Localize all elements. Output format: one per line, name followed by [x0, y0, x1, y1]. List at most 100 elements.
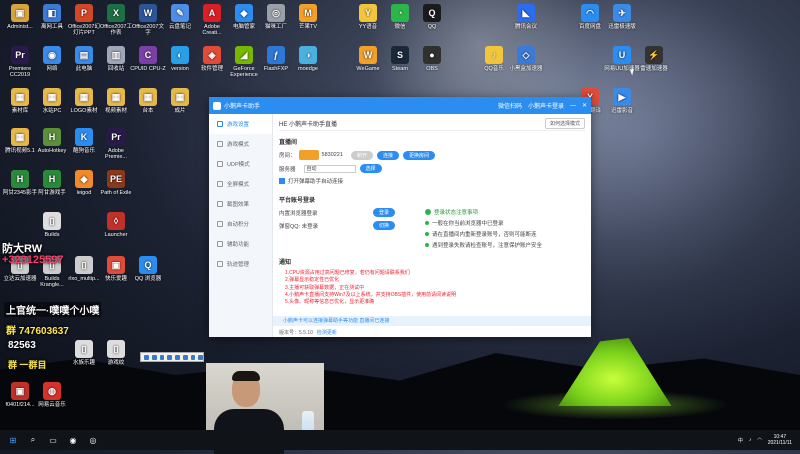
desktop-icon[interactable]: ♪ QQ音乐 — [476, 46, 512, 72]
desktop-icon[interactable]: H 阿甘游戏手 — [34, 170, 70, 196]
desktop-icon[interactable]: ▦ 台本 — [130, 88, 166, 114]
change-room-button[interactable]: 更换房间 — [402, 150, 435, 160]
desktop-icon[interactable]: ◈ 软件管理 — [194, 46, 230, 72]
desktop-icon[interactable]: P Office2007幻灯片PPT — [66, 4, 102, 37]
desktop-icon[interactable]: U 网易UU加速器 — [604, 46, 640, 72]
taskbar-app-icon[interactable]: ◉ — [66, 433, 80, 447]
desktop-app-icon: ◆ — [235, 4, 253, 22]
desktop-icon-label: WeGame — [356, 66, 380, 72]
desktop-icon[interactable]: M 芒果TV — [290, 4, 326, 30]
desktop-icon[interactable]: PE Path of Exile — [98, 170, 134, 196]
desktop-icon[interactable]: ▯ 游戏纹 — [98, 340, 134, 366]
desktop-icon[interactable]: ▦ 视频素材 — [98, 88, 134, 114]
taskbar-app-icon[interactable]: ◎ — [86, 433, 100, 447]
desktop-icon[interactable]: ◣ 腾讯会议 — [508, 4, 544, 30]
desktop-icon[interactable]: W WeGame — [350, 46, 386, 72]
desktop-icon[interactable]: ◆ 电脑管家 — [226, 4, 262, 30]
desktop-icon[interactable]: W Office2007文字 — [130, 4, 166, 37]
network-icon — [217, 161, 223, 167]
desktop-icon[interactable]: ◉ 网络 — [34, 46, 70, 72]
desktop-icon[interactable]: ▶ 迅雷影音 — [604, 88, 640, 114]
clock[interactable]: 10:47 2021/11/11 — [768, 434, 792, 446]
browser-login-button[interactable]: 登录 — [373, 208, 396, 217]
qq-switch-button[interactable]: 切换 — [373, 221, 396, 230]
desktop-icon[interactable]: ◑ moedge — [290, 46, 326, 72]
desktop-icon[interactable]: ▤ 此电脑 — [66, 46, 102, 72]
desktop-icon[interactable]: ● OBS — [414, 46, 450, 72]
desktop-icon[interactable]: ◠ 百度网盘 — [572, 4, 608, 30]
desktop-icon[interactable]: ✎ 云盘笔记 — [162, 4, 198, 30]
server-choose-button[interactable]: 选择 — [359, 164, 382, 173]
desktop-app-icon: ▦ — [171, 88, 189, 106]
desktop-icon[interactable]: ▥ 回收站 — [98, 46, 134, 72]
sidebar-item[interactable]: 全屏模式 — [209, 174, 272, 194]
desktop-icon[interactable]: ◐ version — [162, 46, 198, 72]
check-update-link[interactable]: 检测更新 — [317, 330, 337, 336]
sidebar-item[interactable]: 轨迹管理 — [209, 254, 272, 274]
disconnect-button[interactable]: 断开 — [350, 150, 373, 160]
close-icon[interactable]: ✕ — [582, 102, 587, 109]
desktop-icon[interactable]: ▯ rlxo_multip... — [66, 256, 102, 282]
desktop-icon[interactable]: ▦ 素材库 — [2, 88, 38, 114]
desktop-icon[interactable]: Pr Adobe Premie... — [98, 128, 134, 161]
desktop-icon[interactable]: ▯ 水族乐趣 — [66, 340, 102, 366]
sidebar-item[interactable]: UDP模式 — [209, 154, 272, 174]
desktop-icon[interactable]: ▣ f0401f214... — [2, 382, 38, 408]
desktop-icon[interactable]: ◇ 小黑盒加速器 — [508, 46, 544, 72]
sidebar-item[interactable]: 自动积分 — [209, 214, 272, 234]
app-titlebar: 小鹅声卡助手 微信扫码 小鹅声卡登录 — ✕ — [209, 97, 591, 114]
taskbar-app-icon[interactable]: ⌕ — [26, 433, 40, 447]
desktop-icon[interactable]: ✈ 迅雷极速版 — [604, 4, 640, 30]
desktop-icon[interactable]: Pr Premiere CC2019 — [2, 46, 38, 79]
server-select[interactable]: 自动 — [303, 164, 356, 173]
sidebar-item[interactable]: 辅助功能 — [209, 234, 272, 254]
desktop-icon[interactable]: S Steam — [382, 46, 418, 72]
desktop-icon[interactable]: H 阿甘2345影手 — [2, 170, 38, 196]
start-icon[interactable]: ⊞ — [6, 433, 20, 447]
desktop-icon[interactable]: X Office2007工作表 — [98, 4, 134, 37]
room-id[interactable]: 5830221 — [322, 152, 343, 158]
desktop-icon[interactable]: ◍ 网易云音乐 — [34, 382, 70, 408]
desktop-icon[interactable]: C CPUID CPU-Z — [130, 46, 166, 72]
app-sidebar: 游戏设置 游戏模式 UDP模式 全屏模式 截图效果 自动积分 辅助功能 轨迹管理 — [209, 114, 273, 337]
desktop-icon[interactable]: ▦ 腾讯视频5.1 — [2, 128, 38, 154]
desktop-icon[interactable]: Q QQ 浏览器 — [130, 256, 166, 282]
sidebar-item[interactable]: 游戏模式 — [209, 134, 272, 154]
mode-help-button[interactable]: 如何选择模式 — [544, 118, 585, 129]
tip-text: 请在直播间内重新登录账号，否则可能断连 — [432, 232, 537, 238]
desktop-icon[interactable]: ◆ leigod — [66, 170, 102, 196]
desktop-icon[interactable]: ▣ Administ... — [2, 4, 38, 30]
connect-button[interactable]: 连接 — [376, 150, 399, 160]
desktop-icon[interactable]: ▣ 快乐爱趣 — [98, 256, 134, 282]
sidebar-item[interactable]: 截图效果 — [209, 194, 272, 214]
floating-toolbar[interactable] — [140, 352, 204, 362]
desktop-icon[interactable]: ƒ FlashFXP — [258, 46, 294, 72]
desktop-icon[interactable]: H AutoHotkey — [34, 128, 70, 154]
desktop-icon[interactable]: ◔ 微信 — [382, 4, 418, 30]
desktop-icon[interactable]: Q QQ — [414, 4, 450, 30]
version-row: 版本号：5.5.10 检测更新 — [279, 329, 337, 336]
desktop-icon[interactable]: ◎ 猫咪工厂 — [258, 4, 294, 30]
desktop-icon[interactable]: ▦ 水站PC — [34, 88, 70, 114]
desktop-icon[interactable]: ⚡ 雷速加速器 — [636, 46, 672, 72]
auto-connect-checkbox[interactable] — [279, 178, 285, 184]
sidebar-item[interactable]: 游戏设置 — [209, 114, 272, 134]
taskbar-app-icon[interactable]: ▭ — [46, 433, 60, 447]
desktop-icon[interactable]: K 酷狗音乐 — [66, 128, 102, 154]
desktop-icon[interactable]: ▦ 成片 — [162, 88, 198, 114]
wechat-login-link[interactable]: 微信扫码 — [498, 101, 522, 110]
desktop-app-icon: Q — [423, 4, 441, 22]
desktop-icon[interactable]: ▦ LOGO素材 — [66, 88, 102, 114]
desktop-icon[interactable]: ◢ GeForce Experience — [226, 46, 262, 79]
network-icon[interactable]: ◠ — [757, 437, 761, 443]
volume-icon[interactable]: ♪ — [749, 437, 752, 443]
desktop-app-icon: ◍ — [43, 382, 61, 400]
desktop-icon[interactable]: ◊ Launcher — [98, 212, 134, 238]
desktop-icon[interactable]: ◧ 离网工具 — [34, 4, 70, 30]
desktop-icon[interactable]: A Adobe Creati... — [194, 4, 230, 37]
desktop-icon[interactable]: Y YY语音 — [350, 4, 386, 30]
minimize-icon[interactable]: — — [570, 103, 576, 109]
ime-indicator[interactable]: 中 — [738, 437, 743, 444]
desktop-icon[interactable]: ▯ Builds — [34, 212, 70, 238]
account-login-link[interactable]: 小鹅声卡登录 — [528, 101, 564, 110]
